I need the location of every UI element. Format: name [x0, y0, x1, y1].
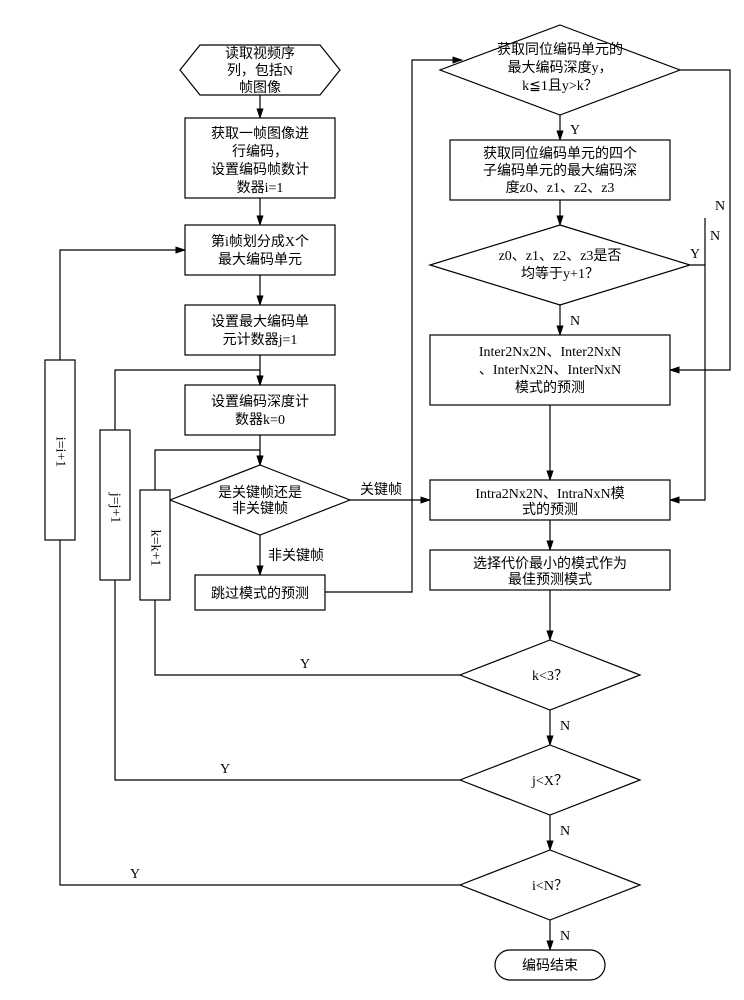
getframe-l3: 设置编码帧数计 — [211, 162, 309, 178]
edge-gety-n: N — [715, 199, 725, 214]
getframe-l4: 数器i=1 — [237, 180, 284, 196]
zcheck-l1: z0、z1、z2、z3是否 — [499, 249, 622, 264]
splitx-l2: 最大编码单元 — [218, 252, 302, 268]
edge-nonkeyframe: 非关键帧 — [268, 548, 324, 564]
jinc-text: j=j+1 — [108, 492, 123, 524]
inter-l2: 、InterNx2N、InterNxN — [479, 363, 621, 378]
iltn-text: i<N？ — [532, 879, 568, 894]
getframe-l1: 获取一帧图像进 — [211, 126, 309, 142]
node-getz: 获取同位编码单元的四个 子编码单元的最大编码深 度z0、z1、z2、z3 — [450, 140, 670, 200]
start-l2: 列，包括N — [227, 63, 293, 79]
setk-l1: 设置编码深度计 — [211, 394, 309, 410]
node-kinc: k=k+1 — [140, 490, 170, 600]
node-jinc: j=j+1 — [100, 430, 130, 580]
getz-l2: 子编码单元的最大编码深 — [483, 163, 637, 179]
setj-l1: 设置最大编码单 — [211, 314, 309, 330]
node-zcheck: z0、z1、z2、z3是否 均等于y+1？ — [430, 225, 690, 305]
edge-jltx-y: Y — [220, 762, 230, 777]
node-klt3: k<3？ — [460, 640, 640, 710]
setj-l2: 元计数器j=1 — [223, 332, 298, 348]
node-selbest: 选择代价最小的模式作为 最佳预测模式 — [430, 550, 670, 590]
kinc-text: k=k+1 — [148, 530, 163, 567]
gety-l3: k≦1且y>k？ — [522, 79, 598, 94]
skip-l1: 跳过模式的预测 — [211, 586, 309, 602]
node-start: 读取视频序 列，包括N 帧图像 — [180, 45, 340, 96]
getz-l1: 获取同位编码单元的四个 — [483, 146, 637, 162]
gety-l1: 获取同位编码单元的 — [497, 42, 623, 58]
intra-l2: 式的预测 — [522, 502, 578, 518]
edge-klt3-y: Y — [300, 657, 310, 672]
intra-l1: Intra2Nx2N、IntraNxN模 — [475, 486, 624, 502]
node-gety: 获取同位编码单元的 最大编码深度y， k≦1且y>k？ — [440, 25, 680, 115]
node-splitx: 第i帧划分成X个 最大编码单元 — [185, 225, 335, 275]
iinc-text: i=i+1 — [53, 437, 68, 468]
selbest-l2: 最佳预测模式 — [508, 572, 592, 588]
selbest-l1: 选择代价最小的模式作为 — [473, 556, 627, 572]
node-iltn: i<N？ — [460, 850, 640, 920]
start-l3: 帧图像 — [239, 80, 281, 96]
node-setj: 设置最大编码单 元计数器j=1 — [185, 305, 335, 355]
inter-l3: 模式的预测 — [515, 380, 585, 396]
edge-keyframe: 关键帧 — [360, 482, 402, 498]
iskey-l1: 是关键帧还是 — [218, 485, 302, 501]
node-iinc: i=i+1 — [45, 360, 75, 540]
edge-klt3-n: N — [560, 719, 570, 734]
getframe-l2: 行编码， — [232, 144, 288, 160]
klt3-text: k<3？ — [532, 669, 568, 684]
start-l1: 读取视频序 — [225, 45, 295, 62]
splitx-l1: 第i帧划分成X个 — [211, 233, 309, 250]
node-getframe: 获取一帧图像进 行编码， 设置编码帧数计 数器i=1 — [185, 118, 335, 198]
iskey-l2: 非关键帧 — [232, 501, 288, 517]
node-skip: 跳过模式的预测 — [195, 575, 325, 610]
edge-iltn-y: Y — [130, 867, 140, 882]
edge-gety-y: Y — [570, 123, 580, 138]
edge-iltn-n: N — [560, 929, 570, 944]
edge-zcheck-nlabel2: N — [710, 229, 720, 244]
node-setk: 设置编码深度计 数器k=0 — [185, 385, 335, 435]
getz-l3: 度z0、z1、z2、z3 — [506, 180, 615, 196]
inter-l1: Inter2Nx2N、Inter2NxN — [479, 345, 621, 360]
gety-l2: 最大编码深度y， — [508, 60, 613, 76]
node-jltx: j<X？ — [460, 745, 640, 815]
end-text: 编码结束 — [522, 958, 578, 974]
flowchart-canvas: 读取视频序 列，包括N 帧图像 获取一帧图像进 行编码， 设置编码帧数计 数器i… — [0, 0, 744, 1000]
zcheck-l2: 均等于y+1？ — [521, 265, 599, 282]
node-inter: Inter2Nx2N、Inter2NxN 、InterNx2N、InterNxN… — [430, 335, 670, 405]
node-intra: Intra2Nx2N、IntraNxN模 式的预测 — [430, 480, 670, 520]
jltx-text: j<X？ — [531, 774, 568, 789]
edge-zcheck-n: N — [570, 314, 580, 329]
edge-zcheck-y: Y — [690, 247, 700, 262]
edge-jltx-n: N — [560, 824, 570, 839]
node-iskey: 是关键帧还是 非关键帧 — [170, 465, 350, 535]
setk-l2: 数器k=0 — [235, 412, 285, 428]
node-end: 编码结束 — [495, 950, 605, 980]
